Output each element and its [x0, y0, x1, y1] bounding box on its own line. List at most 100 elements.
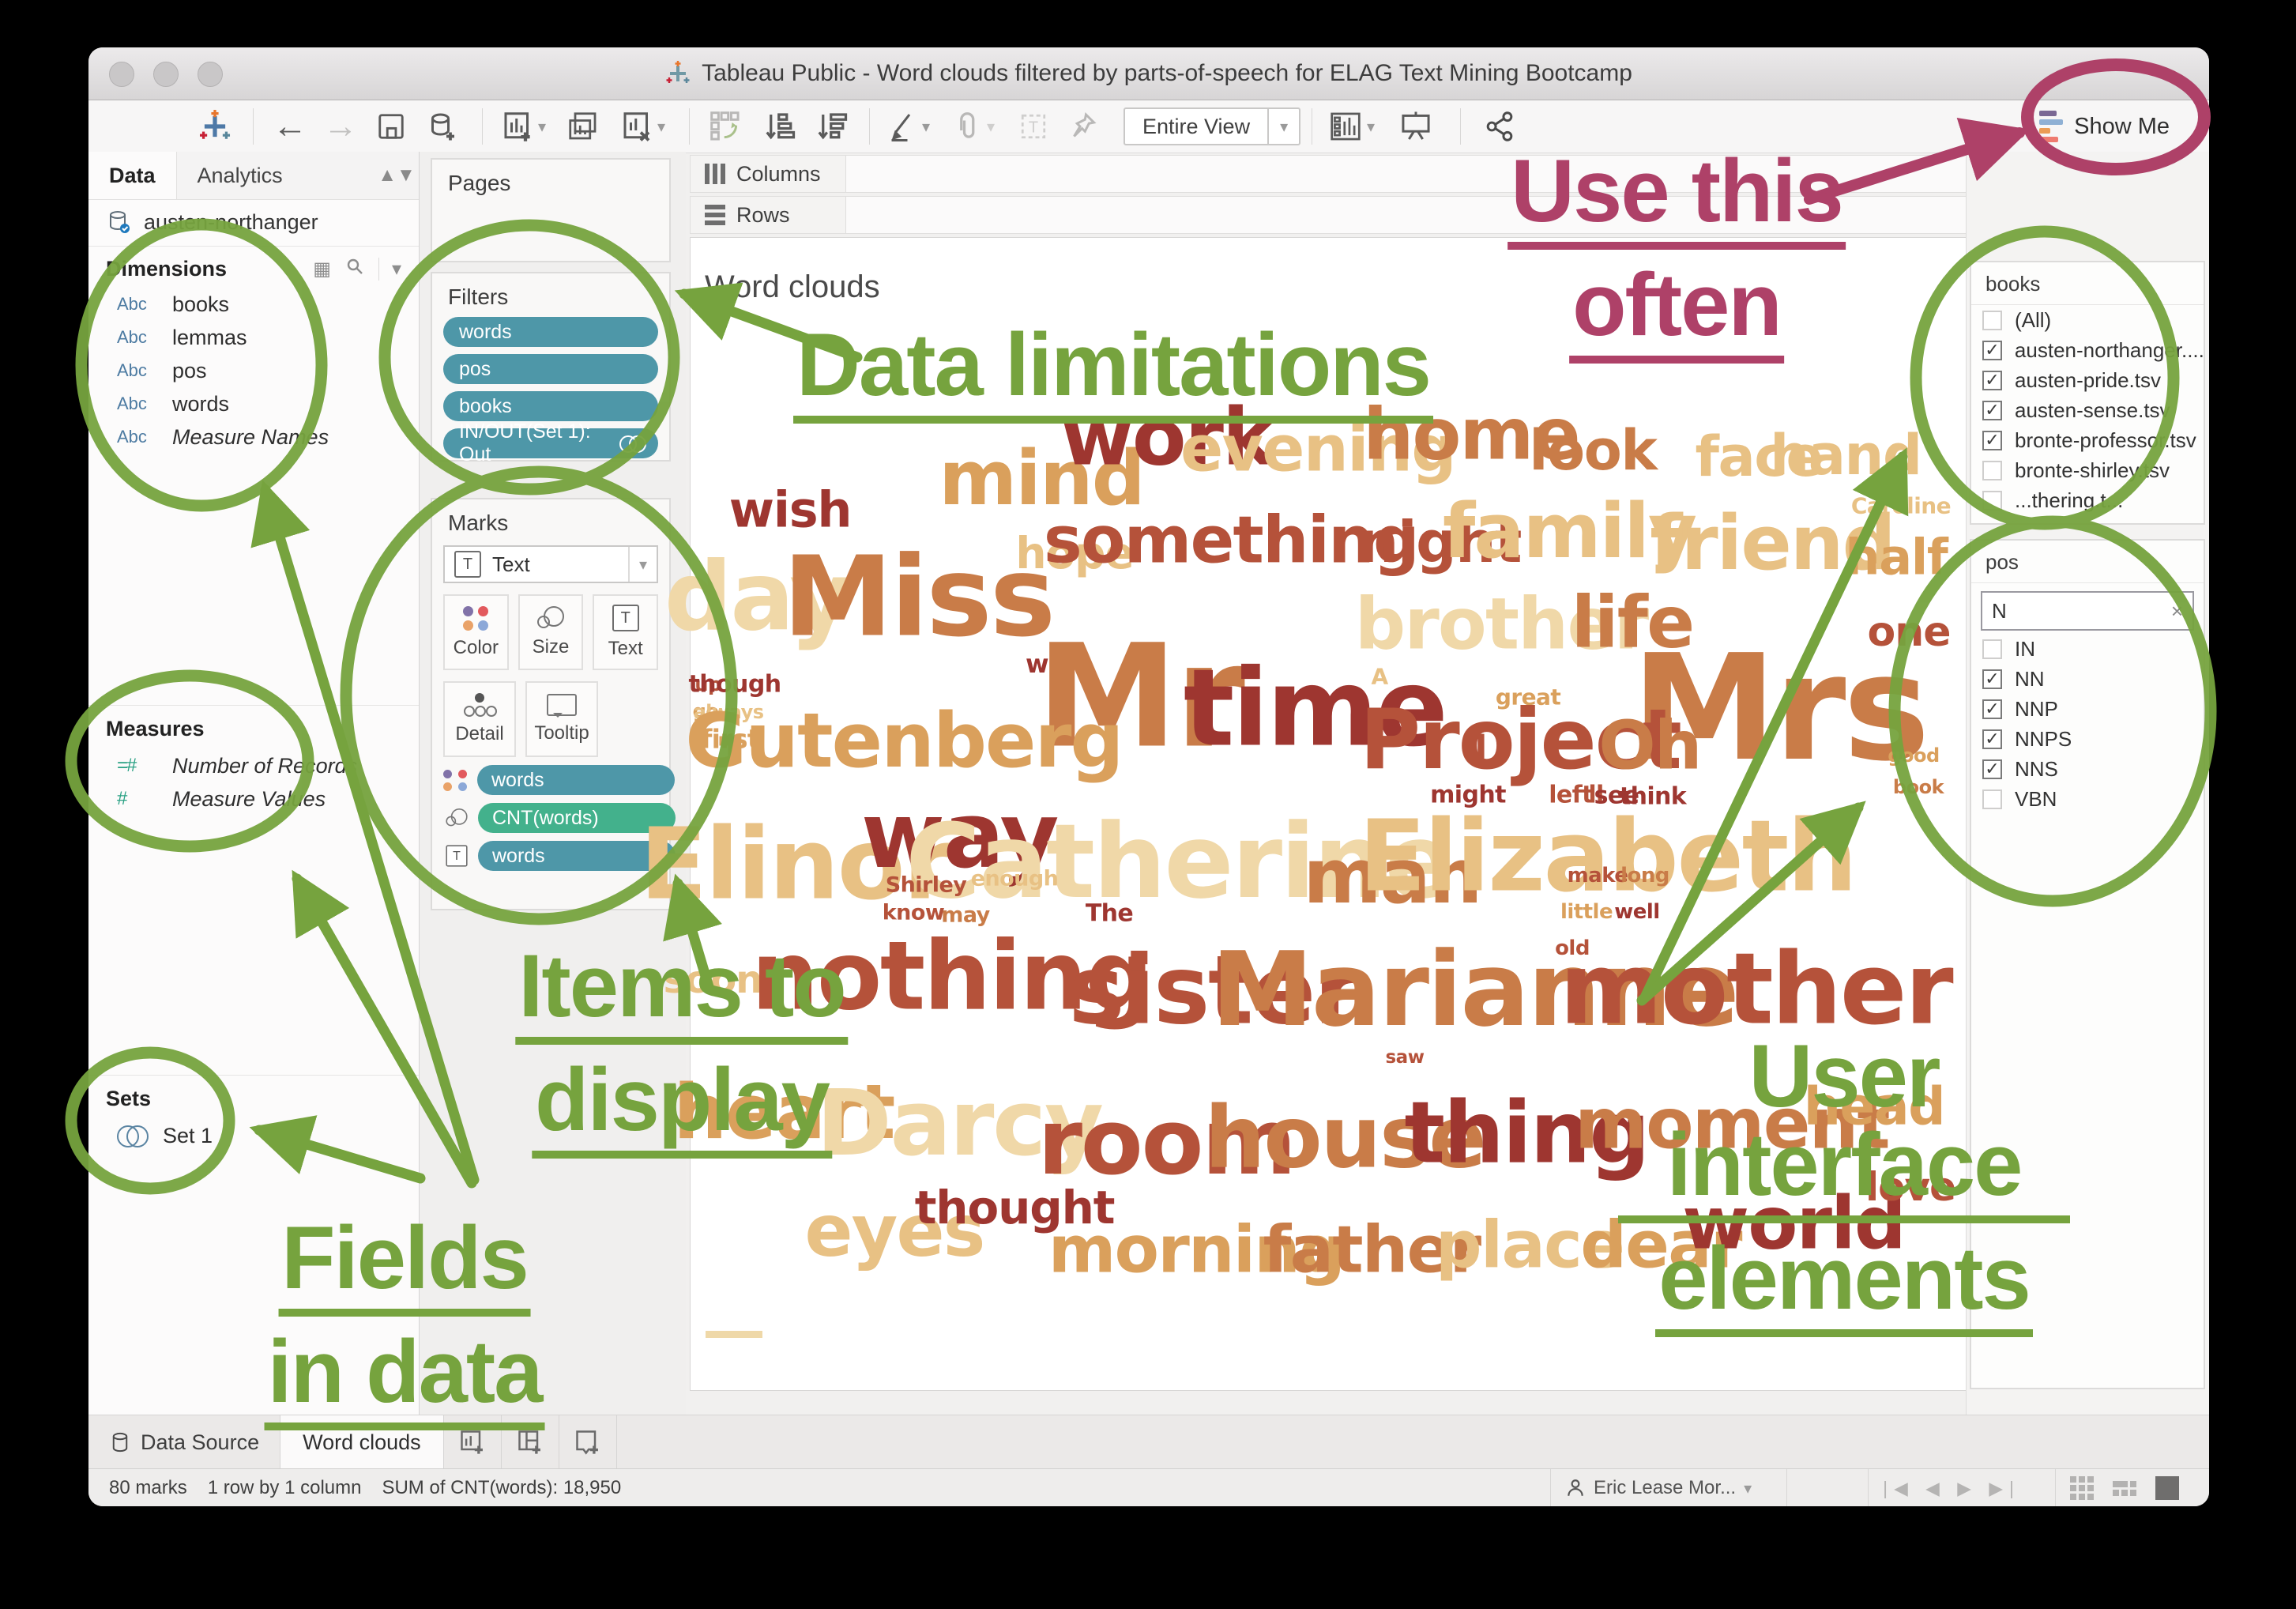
new-data-source-button[interactable]: [420, 100, 465, 153]
presentation-mode-button[interactable]: [1392, 100, 1440, 153]
new-worksheet-button[interactable]: ▾: [495, 100, 553, 153]
filters-shelf[interactable]: Filters wordsposbooksIN/OUT(Set 1): Out: [431, 272, 671, 462]
share-button[interactable]: [1476, 100, 1523, 153]
grid-view-icon[interactable]: [2070, 1476, 2094, 1500]
checkbox-checked[interactable]: ✓: [1982, 699, 2002, 719]
checkbox-checked[interactable]: ✓: [1982, 669, 2002, 689]
field-measure-names[interactable]: AbcMeasure Names: [88, 420, 419, 454]
checkbox-unchecked[interactable]: [1982, 789, 2002, 809]
checkbox-unchecked[interactable]: [1982, 311, 2002, 330]
books-item--all-[interactable]: (All): [1971, 305, 2204, 335]
mark-type-dropdown[interactable]: T Text ▾: [443, 545, 658, 583]
full-view-icon[interactable]: [2155, 1476, 2179, 1500]
books-item-bronte-shirley-tsv[interactable]: bronte-shirley.tsv: [1971, 455, 2204, 485]
field-measure-values[interactable]: #Measure Values: [88, 782, 419, 816]
panel-sort-icon[interactable]: ▲︎▼︎: [375, 152, 419, 199]
pos-item-nns[interactable]: ✓NNS: [1971, 754, 2204, 784]
text-button[interactable]: T Text: [593, 594, 658, 670]
tab-analytics[interactable]: Analytics: [176, 152, 375, 199]
rows-field-area[interactable]: [845, 197, 2049, 233]
chevron-down-icon[interactable]: ▾: [378, 258, 401, 281]
sort-ascending-button[interactable]: [757, 100, 803, 153]
columns-field-area[interactable]: [845, 156, 2049, 192]
field-lemmas[interactable]: Abclemmas: [88, 321, 419, 354]
pages-shelf[interactable]: Pages: [431, 158, 671, 262]
pos-item-nnps[interactable]: ✓NNPS: [1971, 724, 2204, 754]
tab-word-clouds[interactable]: Word clouds: [280, 1415, 444, 1469]
sort-descending-button[interactable]: [809, 100, 855, 153]
clear-search-icon[interactable]: ×: [2171, 599, 2192, 624]
filter-pill-books[interactable]: books: [443, 391, 658, 421]
checkbox-unchecked[interactable]: [1982, 461, 2002, 480]
detail-button[interactable]: Detail: [443, 681, 516, 757]
columns-shelf[interactable]: Columns: [690, 155, 2049, 193]
data-source-row[interactable]: austen-northanger: [88, 199, 419, 247]
books-item-austen-sense-tsv[interactable]: ✓austen-sense.tsv: [1971, 395, 2204, 425]
data-panel-tabs: Data Analytics ▲︎▼︎: [88, 152, 419, 200]
books-item-austen-northanger-[interactable]: ✓austen-northanger....: [1971, 335, 2204, 365]
rows-shelf[interactable]: Rows: [690, 196, 2049, 234]
pager-controls[interactable]: |◀ ◀ ▶ ▶|: [1868, 1469, 2034, 1506]
checkbox-checked[interactable]: ✓: [1982, 759, 2002, 779]
duplicate-sheet-button[interactable]: [561, 100, 605, 153]
field-books[interactable]: Abcbooks: [88, 288, 419, 321]
swap-rows-columns-button[interactable]: [702, 100, 749, 153]
filter-pill-words[interactable]: words: [443, 317, 658, 347]
fix-axes-button[interactable]: [1062, 100, 1106, 153]
split-view-icon[interactable]: [2113, 1481, 2136, 1496]
marks-pill-words[interactable]: words: [478, 841, 676, 871]
field-number-of-records[interactable]: =#Number of Records: [88, 749, 419, 782]
minimize-button[interactable]: [153, 62, 179, 87]
pos-item-in[interactable]: IN: [1971, 634, 2204, 664]
color-button[interactable]: Color: [443, 594, 509, 670]
view-data-icon[interactable]: ▦: [313, 258, 331, 281]
new-worksheet-tab-button[interactable]: [444, 1415, 502, 1469]
pos-item-nnp[interactable]: ✓NNP: [1971, 694, 2204, 724]
pos-search-input[interactable]: [1982, 598, 2171, 624]
clear-sheet-button[interactable]: ▾: [613, 100, 673, 153]
checkbox-checked[interactable]: ✓: [1982, 431, 2002, 450]
new-story-tab-button[interactable]: [559, 1415, 617, 1469]
chevron-down-icon[interactable]: ▾: [1267, 109, 1299, 144]
marks-pill-words[interactable]: words: [477, 765, 675, 795]
checkbox-unchecked[interactable]: [1982, 639, 2002, 659]
checkbox-checked[interactable]: ✓: [1982, 341, 2002, 360]
books-item--thering-t-[interactable]: ...thering.t...: [1971, 485, 2204, 515]
attach-button[interactable]: ▾: [943, 100, 1002, 153]
search-icon[interactable]: [345, 257, 364, 281]
checkbox-checked[interactable]: ✓: [1982, 729, 2002, 749]
fit-selector[interactable]: Entire View ▾: [1124, 100, 1300, 153]
field-pos[interactable]: Abcpos: [88, 354, 419, 387]
text-annotation-button[interactable]: T: [1011, 100, 1056, 153]
user-menu[interactable]: Eric Lease Mor... ▾: [1550, 1469, 1766, 1506]
redo-button[interactable]: →: [319, 100, 362, 153]
new-dashboard-tab-button[interactable]: [502, 1415, 559, 1469]
chevron-down-icon: ▾: [538, 117, 546, 137]
checkbox-checked[interactable]: ✓: [1982, 401, 2002, 420]
highlight-button[interactable]: ▾: [879, 100, 937, 153]
checkbox-checked[interactable]: ✓: [1982, 371, 2002, 390]
sheet-view[interactable]: Word clouds: [690, 237, 2049, 1391]
show-hide-cards-button[interactable]: ▾: [1321, 100, 1383, 153]
pos-item-nn[interactable]: ✓NN: [1971, 664, 2204, 694]
filter-pill-pos[interactable]: pos: [443, 354, 658, 384]
books-item-austen-pride-tsv[interactable]: ✓austen-pride.tsv: [1971, 365, 2204, 395]
field-set-1[interactable]: Set 1: [88, 1119, 419, 1152]
size-button[interactable]: Size: [518, 594, 584, 670]
save-button[interactable]: [370, 100, 412, 153]
marks-pill-cnt-words-[interactable]: CNT(words): [478, 803, 676, 833]
close-button[interactable]: [109, 62, 134, 87]
data-source-tab[interactable]: Data Source: [88, 1415, 280, 1469]
pos-item-vbn[interactable]: VBN: [1971, 784, 2204, 814]
filter-pill-in-out-set-1-out[interactable]: IN/OUT(Set 1): Out: [443, 428, 658, 458]
field-words[interactable]: Abcwords: [88, 387, 419, 420]
marks-card[interactable]: Marks T Text ▾ Color Size: [431, 498, 671, 910]
checkbox-unchecked[interactable]: [1982, 491, 2002, 511]
show-me-button[interactable]: Show Me: [2039, 107, 2170, 146]
tab-data[interactable]: Data: [88, 152, 176, 199]
tableau-home-button[interactable]: [194, 100, 235, 153]
books-item-bronte-professor-tsv[interactable]: ✓bronte-professor.tsv: [1971, 425, 2204, 455]
tooltip-button[interactable]: Tooltip: [525, 681, 598, 757]
zoom-button[interactable]: [198, 62, 223, 87]
undo-button[interactable]: ←: [269, 100, 311, 153]
